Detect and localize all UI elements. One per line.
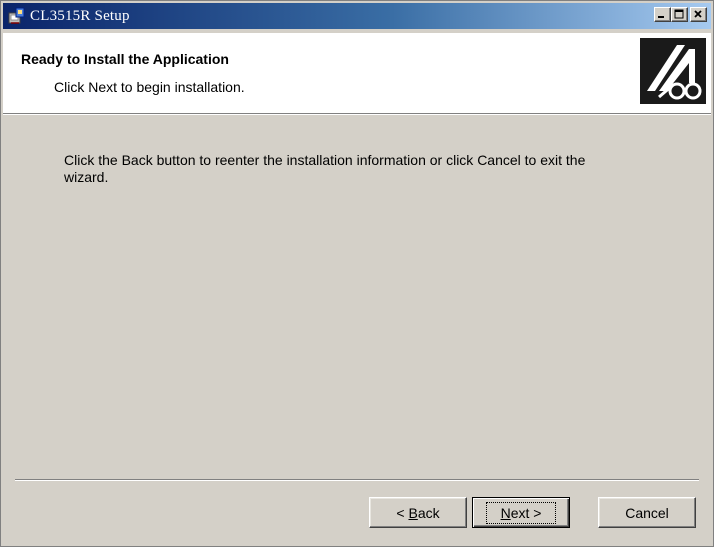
setup-window: CL3515R Setup Ready to Install the Appli… bbox=[0, 0, 714, 547]
setup-app-icon[interactable] bbox=[8, 7, 26, 25]
minimize-button[interactable] bbox=[654, 7, 671, 22]
page-title: Ready to Install the Application bbox=[21, 51, 229, 67]
minimize-icon bbox=[658, 16, 664, 18]
maximize-icon bbox=[674, 9, 684, 19]
maximize-button[interactable] bbox=[671, 7, 688, 22]
instruction-text: Click the Back button to reenter the ins… bbox=[64, 152, 586, 185]
header-banner: Ready to Install the Application Click N… bbox=[3, 33, 711, 114]
close-icon bbox=[694, 10, 702, 18]
footer-separator-highlight bbox=[15, 480, 699, 481]
banner-divider bbox=[3, 114, 711, 115]
back-button-label: < Back bbox=[396, 504, 440, 521]
title-bar-buttons bbox=[654, 7, 707, 22]
cancel-button[interactable]: Cancel bbox=[598, 497, 696, 528]
title-bar[interactable]: CL3515R Setup bbox=[3, 3, 711, 29]
close-button[interactable] bbox=[690, 7, 707, 22]
page-subtitle: Click Next to begin installation. bbox=[54, 79, 245, 95]
installer-logo bbox=[640, 38, 706, 104]
next-button[interactable]: Next > bbox=[472, 497, 570, 528]
next-button-label: Next > bbox=[485, 501, 557, 524]
window-title: CL3515R Setup bbox=[30, 7, 130, 24]
back-button[interactable]: < Back bbox=[369, 497, 467, 528]
